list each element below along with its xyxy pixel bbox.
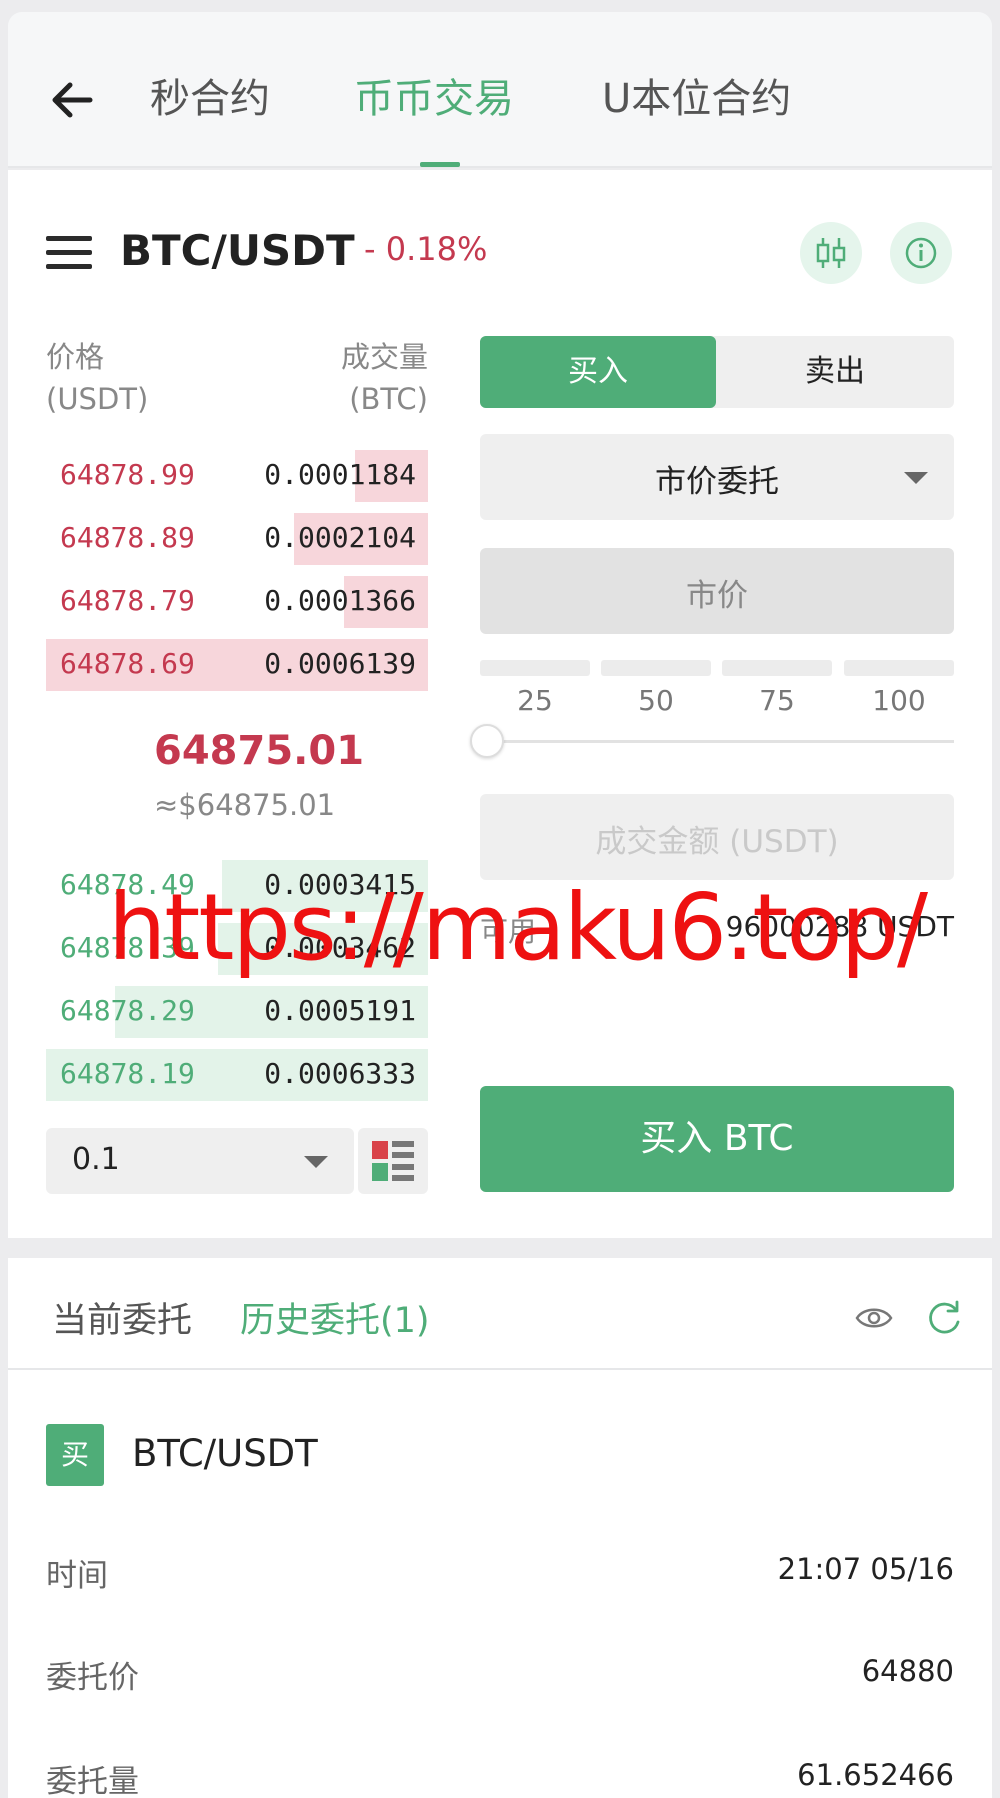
sell-tab[interactable]: 卖出 [716, 336, 954, 408]
price-placeholder: 市价 [686, 578, 748, 614]
amount-placeholder: 成交金额 (USDT) [595, 824, 839, 860]
buy-side-badge: 买 [46, 1424, 104, 1486]
orderbook-layout-icon [372, 1141, 414, 1181]
bid-row[interactable]: 64878.19 0.0006333 [46, 1049, 428, 1101]
volume-column-header: 成交量 (BTC) [340, 340, 428, 416]
order-type-value: 市价委托 [655, 464, 779, 500]
percent-25-label[interactable]: 25 [480, 684, 590, 717]
percent-100-label[interactable]: 100 [844, 684, 954, 717]
pair-title[interactable]: BTC/USDT [120, 226, 355, 275]
percent-50-label[interactable]: 50 [601, 684, 711, 717]
ask-row[interactable]: 64878.89 0.0002104 [46, 513, 428, 565]
trade-panel: BTC/USDT - 0.18% 价格 (USDT) 成交量 (BTC) 64878… [8, 170, 992, 1238]
order-time-value: 21:07 05/16 [777, 1552, 954, 1586]
menu-icon[interactable] [46, 232, 92, 272]
buy-tab[interactable]: 买入 [480, 336, 716, 408]
caret-down-icon [304, 1156, 328, 1168]
ask-row[interactable]: 64878.79 0.0001366 [46, 576, 428, 628]
percent-100-segment[interactable] [844, 660, 954, 676]
top-nav: 秒合约 币币交易 U本位合约 [8, 12, 992, 168]
ask-price: 64878.89 [60, 521, 195, 554]
bid-volume: 0.0005191 [264, 994, 416, 1027]
info-button[interactable] [890, 222, 952, 284]
percent-25-segment[interactable] [480, 660, 590, 676]
bid-volume: 0.0006333 [264, 1057, 416, 1090]
order-type-select[interactable]: 市价委托 [480, 434, 954, 520]
last-price-usd: ≈$64875.01 [154, 788, 336, 822]
bid-price: 64878.19 [60, 1057, 195, 1090]
order-amount-label: 委托量 [46, 1764, 139, 1798]
info-icon [905, 237, 937, 269]
ask-price: 64878.69 [60, 647, 195, 680]
order-pair: BTC/USDT [132, 1432, 318, 1475]
active-tab-indicator [420, 162, 460, 167]
bid-row[interactable]: 64878.29 0.0005191 [46, 986, 428, 1038]
percent-50-segment[interactable] [601, 660, 711, 676]
order-price-value: 64880 [861, 1654, 954, 1688]
tab-order-history[interactable]: 历史委托(1) [240, 1292, 430, 1343]
amount-slider-thumb[interactable] [470, 724, 504, 758]
ask-row[interactable]: 64878.99 0.0001184 [46, 450, 428, 502]
back-arrow-icon[interactable] [44, 72, 100, 128]
ask-price: 64878.79 [60, 584, 195, 617]
refresh-icon[interactable] [924, 1298, 964, 1338]
ask-volume: 0.0006139 [264, 647, 416, 680]
last-price: 64875.01 [154, 728, 365, 774]
depth-precision-select[interactable]: 0.1 [46, 1128, 354, 1194]
amount-slider-track[interactable] [488, 740, 954, 743]
caret-down-icon [904, 472, 928, 484]
order-time-label: 时间 [46, 1558, 108, 1594]
tab-current-orders[interactable]: 当前委托 [52, 1292, 192, 1343]
order-amount-value: 61.652466 [797, 1758, 954, 1792]
watermark-url: https://maku6.top/ [108, 874, 928, 981]
ask-volume: 0.0001366 [264, 584, 416, 617]
tab-usdt-futures[interactable]: U本位合约 [602, 74, 791, 124]
tab-second-contract[interactable]: 秒合约 [150, 74, 270, 124]
ask-row[interactable]: 64878.69 0.0006139 [46, 639, 428, 691]
buy-btc-button[interactable]: 买入 BTC [480, 1086, 954, 1192]
eye-icon[interactable] [854, 1298, 894, 1338]
kline-icon [816, 238, 846, 268]
bid-price: 64878.29 [60, 994, 195, 1027]
orders-panel: 当前委托 历史委托(1) 买 BTC/USDT 时间 21:07 05/16 委… [8, 1258, 992, 1798]
ask-price: 64878.99 [60, 458, 195, 491]
price-column-header: 价格 (USDT) [46, 340, 149, 416]
order-price-label: 委托价 [46, 1660, 139, 1696]
orderbook-layout-button[interactable] [358, 1128, 428, 1194]
price-change: - 0.18% [364, 230, 488, 268]
percent-75-label[interactable]: 75 [722, 684, 832, 717]
buy-sell-toggle: 买入 卖出 [480, 336, 954, 408]
percent-75-segment[interactable] [722, 660, 832, 676]
depth-precision-value: 0.1 [72, 1142, 120, 1177]
orders-divider [8, 1368, 992, 1370]
price-input: 市价 [480, 548, 954, 634]
amount-input[interactable]: 成交金额 (USDT) [480, 794, 954, 880]
tab-spot-trading[interactable]: 币币交易 [354, 74, 514, 124]
ask-volume: 0.0002104 [264, 521, 416, 554]
ask-volume: 0.0001184 [264, 458, 416, 491]
kline-button[interactable] [800, 222, 862, 284]
